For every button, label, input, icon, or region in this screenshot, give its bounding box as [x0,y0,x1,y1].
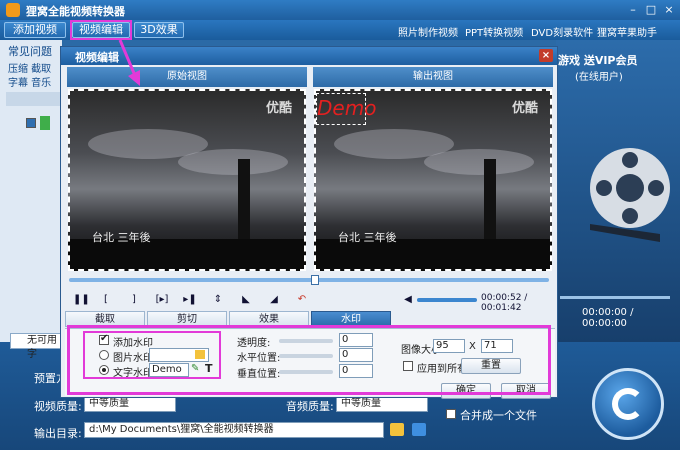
convert-arrow-icon [612,388,644,420]
main-time-readout: 00:00:00 / 00:00:00 [582,307,634,329]
file-video-icon [40,116,50,130]
left-panel-row2[interactable]: 字幕 音乐 [8,74,51,89]
folder-icon[interactable] [390,423,404,436]
video-quality-select[interactable]: 中等质量 [84,396,176,412]
dialog-title: 视频编辑 [75,51,119,64]
add-video-button[interactable]: 添加视频 [4,22,66,38]
rotate-left-icon[interactable]: ◣ [239,293,253,307]
timeline-bar[interactable] [69,278,549,282]
timeline-marker[interactable] [311,275,319,285]
volume-icon[interactable]: ◀ [401,293,415,307]
mark-out-icon[interactable]: ] [127,293,141,307]
toolbar-link-apple-helper[interactable]: 狸窝苹果助手 [597,24,657,39]
output-view-header: 输出视图 [313,67,553,87]
toolbar-link-ppt-video[interactable]: PPT转换视频 [465,24,523,39]
highlight-box [70,20,132,40]
subtitle-select[interactable]: 无可用字 [10,333,66,360]
volume-slider[interactable] [417,298,477,302]
merge-label: 合并成一个文件 [460,409,537,422]
3d-effect-button[interactable]: 3D效果 [134,22,184,38]
output-video-preview[interactable]: 优酷 台北 三年後 Demo [314,89,552,271]
audio-quality-label: 音频质量: [286,400,334,413]
film-reel-icon [590,148,670,242]
online-user-label: (在线用户) [575,72,623,83]
dialog-time-readout: 00:00:52 / 00:01:42 [481,293,528,313]
rotate-right-icon[interactable]: ◢ [267,293,281,307]
pause-icon[interactable]: ❚❚ [73,293,90,307]
mark-in-icon[interactable]: [ [99,293,113,307]
pointer-arrow-icon [118,39,140,86]
output-label: 输出目录: [34,427,82,440]
flip-vertical-icon[interactable]: ⇕ [211,293,225,307]
original-view-header: 原始视图 [67,67,307,87]
highlight-box [67,325,551,395]
play-segment-icon[interactable]: [▸] [155,293,169,307]
audio-quality-select[interactable]: 中等质量 [336,396,428,412]
vip-promo[interactable]: 游戏 送VIP会员 [558,52,638,68]
app-title: 狸窝全能视频转换器 [26,5,125,18]
convert-button[interactable] [592,368,664,440]
crop-frame[interactable] [314,89,552,271]
merge-checkbox[interactable] [446,409,456,419]
crop-frame[interactable] [68,89,306,271]
output-path-field[interactable]: d:\My Documents\狸窝\全能视频转换器 [84,422,384,438]
toolbar-link-dvd[interactable]: DVD刻录软件 [531,24,593,39]
faq-link[interactable]: 常见问题 [8,43,52,59]
file-checkbox[interactable] [26,118,36,128]
left-panel: 常见问题 压缩 截取 字幕 音乐 [0,40,62,342]
main-progress-bar[interactable] [560,296,670,299]
video-quality-label: 视频质量: [34,400,82,413]
file-list-header [6,92,62,106]
original-video-preview[interactable]: 优酷 台北 三年後 [68,89,306,271]
video-edit-dialog: 视频编辑 × 原始视图 输出视图 优酷 台北 三年後 优酷 台北 三年後 Dem… [60,46,558,399]
open-folder-icon[interactable] [412,423,426,436]
undo-icon[interactable]: ↶ [295,293,309,307]
maximize-button[interactable]: □ [644,3,658,16]
app-titlebar: 狸窝全能视频转换器 – □ × [0,0,680,20]
minimize-button[interactable]: – [626,3,640,16]
left-panel-row1[interactable]: 压缩 截取 [8,60,51,75]
next-frame-icon[interactable]: ▸❚ [183,293,197,307]
toolbar-link-photo-video[interactable]: 照片制作视频 [398,24,458,39]
dialog-close-button[interactable]: × [539,49,553,62]
app-logo-icon [6,3,20,17]
close-button[interactable]: × [662,3,676,16]
